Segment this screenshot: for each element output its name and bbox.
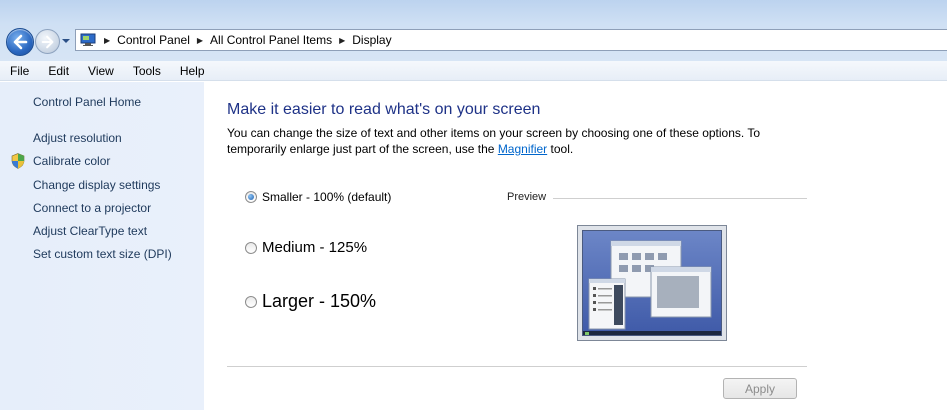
menu-edit[interactable]: Edit <box>46 64 71 78</box>
option-smaller-label[interactable]: Smaller - 100% (default) <box>262 190 391 204</box>
option-medium[interactable]: Medium - 125% <box>245 239 367 256</box>
preview-divider <box>553 198 807 199</box>
menu-bar: File Edit View Tools Help <box>0 61 947 81</box>
description-text: You can change the size of text and othe… <box>227 126 761 156</box>
sidebar-link-adjust-cleartype[interactable]: Adjust ClearType text <box>33 224 147 238</box>
radio-medium[interactable] <box>245 241 257 254</box>
option-larger[interactable]: Larger - 150% <box>245 291 376 312</box>
address-bar[interactable]: ▶ Control Panel ▶ All Control Panel Item… <box>75 29 947 51</box>
control-panel-icon <box>80 33 96 46</box>
bottom-divider <box>227 366 807 367</box>
forward-arrow-icon <box>41 35 54 49</box>
menu-view[interactable]: View <box>86 64 116 78</box>
menu-file[interactable]: File <box>8 64 31 78</box>
sidebar-link-adjust-resolution[interactable]: Adjust resolution <box>33 131 122 145</box>
sidebar: Control Panel Home Adjust resolution Cal… <box>0 82 204 410</box>
back-arrow-icon <box>13 34 28 50</box>
page-description: You can change the size of text and othe… <box>227 125 787 157</box>
option-larger-label[interactable]: Larger - 150% <box>262 291 376 312</box>
sidebar-link-calibrate-color[interactable]: Calibrate color <box>33 154 110 168</box>
back-button[interactable] <box>6 28 34 56</box>
page-title: Make it easier to read what's on your sc… <box>227 101 541 118</box>
breadcrumb-all-items[interactable]: All Control Panel Items <box>210 33 332 47</box>
sidebar-link-connect-projector[interactable]: Connect to a projector <box>33 201 151 215</box>
radio-larger[interactable] <box>245 295 257 308</box>
sidebar-link-control-panel-home[interactable]: Control Panel Home <box>33 95 141 109</box>
description-text-end: tool. <box>547 142 574 156</box>
title-bar: ▶ Control Panel ▶ All Control Panel Item… <box>0 0 947 61</box>
preview-desktop-illustration <box>583 240 721 335</box>
menu-help[interactable]: Help <box>178 64 207 78</box>
recent-pages-dropdown-icon[interactable] <box>61 37 71 45</box>
breadcrumb-control-panel[interactable]: Control Panel <box>117 33 190 47</box>
breadcrumb-separator-icon[interactable]: ▶ <box>104 36 110 45</box>
sidebar-link-change-display-settings[interactable]: Change display settings <box>33 178 160 192</box>
apply-button[interactable]: Apply <box>723 378 797 399</box>
menu-tools[interactable]: Tools <box>131 64 163 78</box>
breadcrumb-separator-icon[interactable]: ▶ <box>197 36 203 45</box>
breadcrumb-separator-icon[interactable]: ▶ <box>339 36 345 45</box>
option-smaller[interactable]: Smaller - 100% (default) <box>245 190 391 204</box>
radio-smaller[interactable] <box>245 191 257 203</box>
magnifier-link[interactable]: Magnifier <box>498 142 547 156</box>
preview-label: Preview <box>507 191 547 203</box>
preview-screen <box>582 230 722 336</box>
option-medium-label[interactable]: Medium - 125% <box>262 239 367 256</box>
breadcrumb-display[interactable]: Display <box>352 33 391 47</box>
sidebar-link-custom-text-size[interactable]: Set custom text size (DPI) <box>33 247 172 261</box>
preview-image <box>577 225 727 341</box>
main-content: Make it easier to read what's on your sc… <box>204 82 947 410</box>
forward-button[interactable] <box>35 29 60 54</box>
uac-shield-icon <box>11 153 25 169</box>
